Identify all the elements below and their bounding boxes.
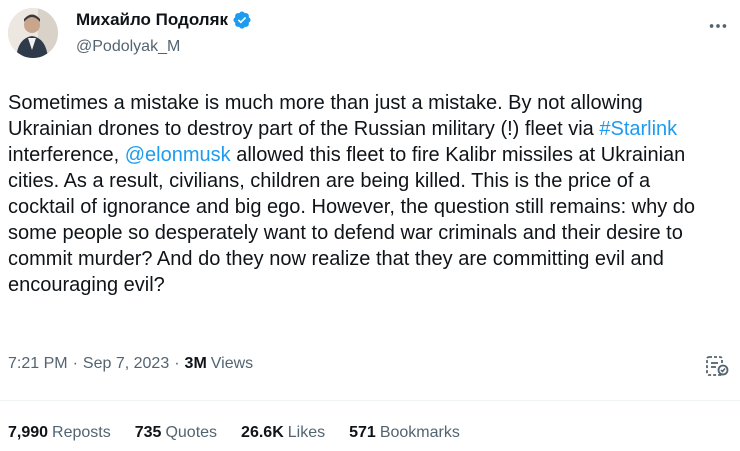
tweet-text-part-2: interference,: [8, 144, 125, 166]
tweet-text-part-3: allowed this fleet to fire Kalibr missil…: [8, 144, 696, 296]
views-label: Views: [210, 355, 254, 372]
divider: [0, 400, 740, 401]
tweet-date[interactable]: Sep 7, 2023: [83, 355, 169, 373]
reposts-count: 7,990: [8, 424, 49, 441]
bookmarks-label: Bookmarks: [379, 424, 460, 441]
meta-separator: ·: [72, 355, 78, 372]
bookmarks-count: 571: [349, 424, 376, 441]
more-dots-icon: [709, 24, 727, 28]
reposts-label: Reposts: [52, 424, 111, 441]
tweet-time[interactable]: 7:21 PM: [8, 355, 68, 373]
tweet-stats: 7,990 Reposts 735 Quotes 26.6K Likes 571 Boo…: [8, 424, 484, 442]
quotes-count: 735: [134, 424, 162, 441]
analytics-button[interactable]: [702, 351, 732, 381]
analytics-icon: [706, 356, 729, 376]
hashtag-link[interactable]: #Starlink: [599, 118, 677, 140]
reposts-stat[interactable]: 7,990 Reposts: [8, 424, 111, 442]
tweet-text: Sometimes a mistake is much more than ju…: [8, 90, 708, 298]
tweet-text-part-1: Sometimes a mistake is much more than ju…: [8, 92, 643, 140]
quotes-stat[interactable]: 735 Quotes: [135, 424, 217, 442]
avatar-image: [8, 8, 58, 58]
more-options-button[interactable]: [704, 12, 732, 40]
likes-stat[interactable]: 26.6K Likes: [241, 424, 325, 442]
quotes-label: Quotes: [165, 424, 218, 441]
bookmarks-stat[interactable]: 571 Bookmarks: [349, 424, 460, 442]
views-count: 3M: [184, 355, 207, 372]
author-handle[interactable]: @Podolyak_M: [76, 38, 180, 56]
tweet-meta: 7:21 PM · Sep 7, 2023 · 3M Views: [8, 355, 253, 373]
avatar[interactable]: [8, 8, 58, 58]
likes-count: 26.6K: [241, 424, 284, 441]
verified-badge-icon[interactable]: [232, 10, 252, 30]
meta-separator: ·: [174, 355, 180, 372]
author-name-row: Михайло Подоляк: [76, 10, 252, 30]
likes-label: Likes: [287, 424, 326, 441]
mention-link[interactable]: @elonmusk: [125, 144, 231, 166]
author-display-name[interactable]: Михайло Подоляк: [76, 10, 228, 30]
